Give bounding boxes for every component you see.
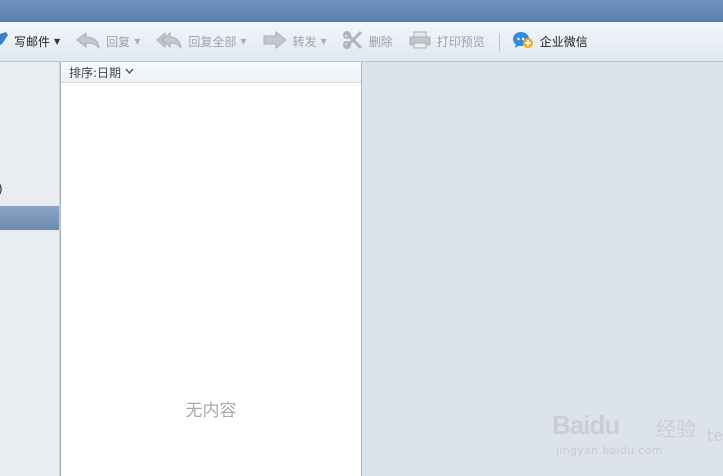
mail-toolbar: 写邮件 ▼ 回复 ▼ 回复全部 ▼ 转发 ▼ 删除 打印预览 企业微信 [0,22,723,62]
watermark-brand-cn: 经验 [656,417,696,441]
delete-button[interactable]: 删除 [339,29,397,55]
folder-count-fragment: ) [0,182,3,196]
compose-label: 写邮件 [14,35,51,49]
wecom-label: 企业微信 [539,35,588,49]
sort-label: 排序:日期 [69,65,122,80]
reply-all-arrow-icon [156,31,182,52]
printer-icon [409,31,431,52]
sidebar-selected-folder[interactable] [0,206,59,230]
compose-icon [0,32,8,51]
watermark-brand: Baidu [552,410,620,440]
forward-label: 转发 [292,35,317,49]
print-preview-button[interactable]: 打印预览 [405,29,489,55]
wecom-button[interactable]: 企业微信 [508,29,592,55]
watermark-url: jingyan.baidu.com [556,444,663,457]
message-list-pane: 排序:日期 无内容 [60,62,362,476]
scissors-delete-icon [342,30,363,52]
reply-all-button[interactable]: 回复全部 ▼ [152,29,250,55]
delete-label: 删除 [368,35,393,49]
reply-all-dropdown-icon[interactable]: ▼ [240,37,246,46]
forward-dropdown-icon[interactable]: ▼ [321,37,327,46]
reply-label: 回复 [106,35,131,49]
compose-button[interactable]: 写邮件 ▼ [0,29,64,55]
reply-arrow-icon [76,31,100,52]
toolbar-separator [498,32,500,51]
print-preview-label: 打印预览 [436,35,485,49]
forward-arrow-icon [263,30,287,52]
baidu-jingyan-watermark: Baidu 经验 jingyan.baidu.com te [552,398,723,476]
window-titlebar [0,0,723,22]
folder-sidebar: ) [0,62,60,476]
sort-dropdown[interactable]: 排序:日期 [61,62,361,83]
reply-button[interactable]: 回复 ▼ [72,29,144,55]
compose-dropdown-icon[interactable]: ▼ [54,37,60,46]
chevron-down-icon [125,67,134,77]
reply-all-label: 回复全部 [188,35,237,49]
wecom-chat-icon [512,30,534,53]
reply-dropdown-icon[interactable]: ▼ [134,37,140,46]
watermark-tail: te [707,426,723,445]
forward-button[interactable]: 转发 ▼ [259,29,331,55]
empty-list-message: 无内容 [185,401,237,421]
